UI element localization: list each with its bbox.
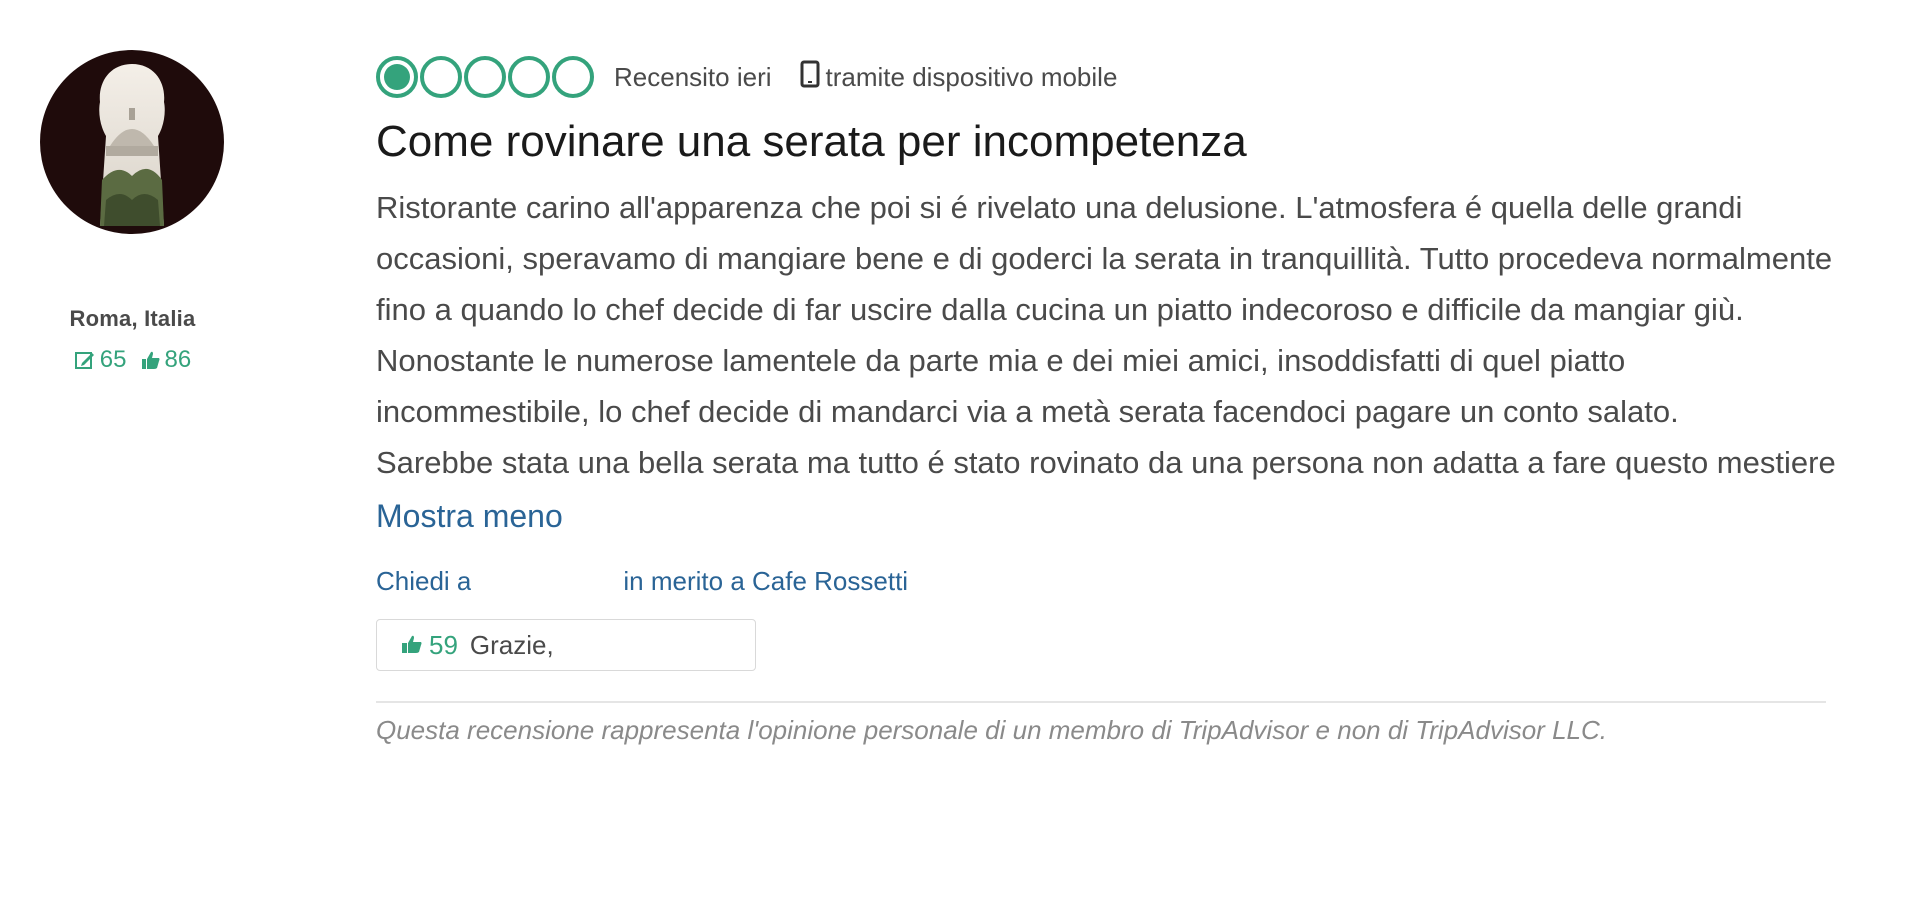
thumbs-up-icon xyxy=(141,350,161,370)
review-paragraph-1: Ristorante carino all'apparenza che poi … xyxy=(376,190,1833,429)
disclaimer: Questa recensione rappresenta l'opinione… xyxy=(376,715,1607,745)
review-count: 65 xyxy=(99,346,127,373)
review-card: Roma, Italia 65 86 Recensito ieri tramit… xyxy=(0,0,1920,915)
helpful-votes: 86 xyxy=(164,346,192,373)
rating-bubble-empty-icon xyxy=(464,56,506,98)
member-location: Roma, Italia xyxy=(69,306,196,331)
rating-bubble-empty-icon xyxy=(508,56,550,98)
member-stats: 65 86 xyxy=(30,346,235,374)
pencil-square-icon xyxy=(74,349,96,371)
review-content: Recensito ieri tramite dispositivo mobil… xyxy=(376,52,1836,746)
helpful-button[interactable]: 59 Grazie, xyxy=(376,619,756,671)
ask-prefix: Chiedi a xyxy=(376,566,472,596)
review-count-stat[interactable]: 65 xyxy=(74,346,127,374)
member-name-redacted xyxy=(30,256,235,278)
avatar-image xyxy=(99,64,165,226)
device-label: tramite dispositivo mobile xyxy=(825,61,1118,92)
divider xyxy=(376,701,1826,703)
thanks-label: Grazie, xyxy=(469,629,554,660)
device-note: tramite dispositivo mobile xyxy=(800,60,1118,95)
review-body: Ristorante carino all'apparenza che poi … xyxy=(376,182,1836,488)
avatar[interactable] xyxy=(40,50,224,234)
mobile-phone-icon xyxy=(800,60,820,95)
rating-bubbles xyxy=(376,56,594,98)
thumbs-up-icon xyxy=(401,630,423,661)
show-less-link[interactable]: Mostra meno xyxy=(376,492,1836,540)
review-meta: Recensito ieri tramite dispositivo mobil… xyxy=(376,52,1836,102)
ask-suffix: in merito a Cafe Rossetti xyxy=(623,566,909,596)
helpful-votes-stat[interactable]: 86 xyxy=(141,346,192,374)
redacted-username xyxy=(471,569,624,594)
helpful-count: 59 xyxy=(429,629,458,660)
rating-bubble-empty-icon xyxy=(552,56,594,98)
review-title[interactable]: Come rovinare una serata per incompetenz… xyxy=(376,112,1836,172)
rating-bubble-filled-icon xyxy=(376,56,418,98)
ask-reviewer-link[interactable]: Chiedi a in merito a Cafe Rossetti xyxy=(376,566,1836,597)
review-date: Recensito ieri xyxy=(614,61,772,92)
review-paragraph-2: Sarebbe stata una bella serata ma tutto … xyxy=(376,445,1836,480)
member-info: Roma, Italia 65 86 xyxy=(30,50,235,374)
rating-bubble-empty-icon xyxy=(420,56,462,98)
